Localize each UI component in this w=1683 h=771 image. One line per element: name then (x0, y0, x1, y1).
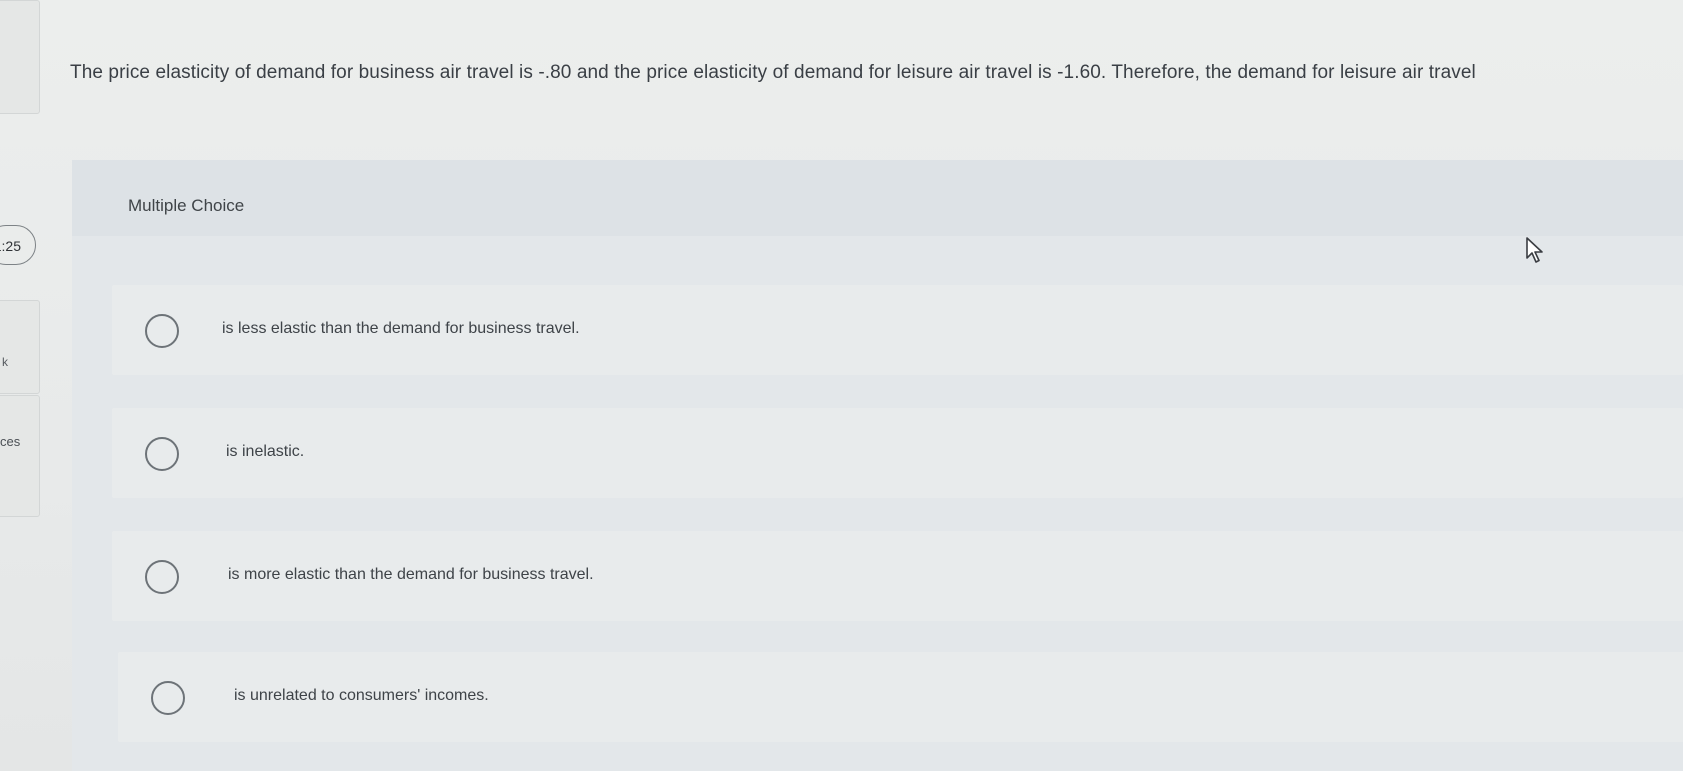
answer-option[interactable]: is inelastic. (112, 408, 1683, 498)
rail-card[interactable] (0, 300, 40, 394)
answer-option-label: is inelastic. (226, 443, 305, 460)
multiple-choice-header (72, 160, 1683, 236)
answer-option-label: is unrelated to consumers' incomes. (234, 687, 489, 704)
radio-button-icon[interactable] (145, 560, 179, 594)
multiple-choice-label: Multiple Choice (128, 196, 245, 215)
question-text: The price elasticity of demand for busin… (70, 62, 1476, 83)
answer-option[interactable]: is more elastic than the demand for busi… (112, 531, 1683, 621)
left-navigation-rail: 1:25 k ces (0, 0, 42, 771)
rail-card[interactable] (0, 0, 40, 114)
page: 1:25 k ces The price elasticity of deman… (0, 0, 1683, 771)
radio-button-icon[interactable] (145, 314, 179, 348)
rail-label-fragment: k (2, 355, 8, 369)
timer-badge: 1:25 (0, 225, 36, 265)
radio-button-icon[interactable] (151, 681, 185, 715)
rail-card[interactable] (0, 395, 40, 517)
rail-label-fragment: ces (0, 434, 21, 449)
radio-button-icon[interactable] (145, 437, 179, 471)
answer-option-label: is more elastic than the demand for busi… (228, 566, 594, 583)
answer-option[interactable]: is less elastic than the demand for busi… (112, 285, 1683, 375)
mouse-pointer-icon (1526, 237, 1543, 263)
answer-option-label: is less elastic than the demand for busi… (222, 320, 580, 337)
answer-option[interactable]: is unrelated to consumers' incomes. (118, 652, 1683, 742)
